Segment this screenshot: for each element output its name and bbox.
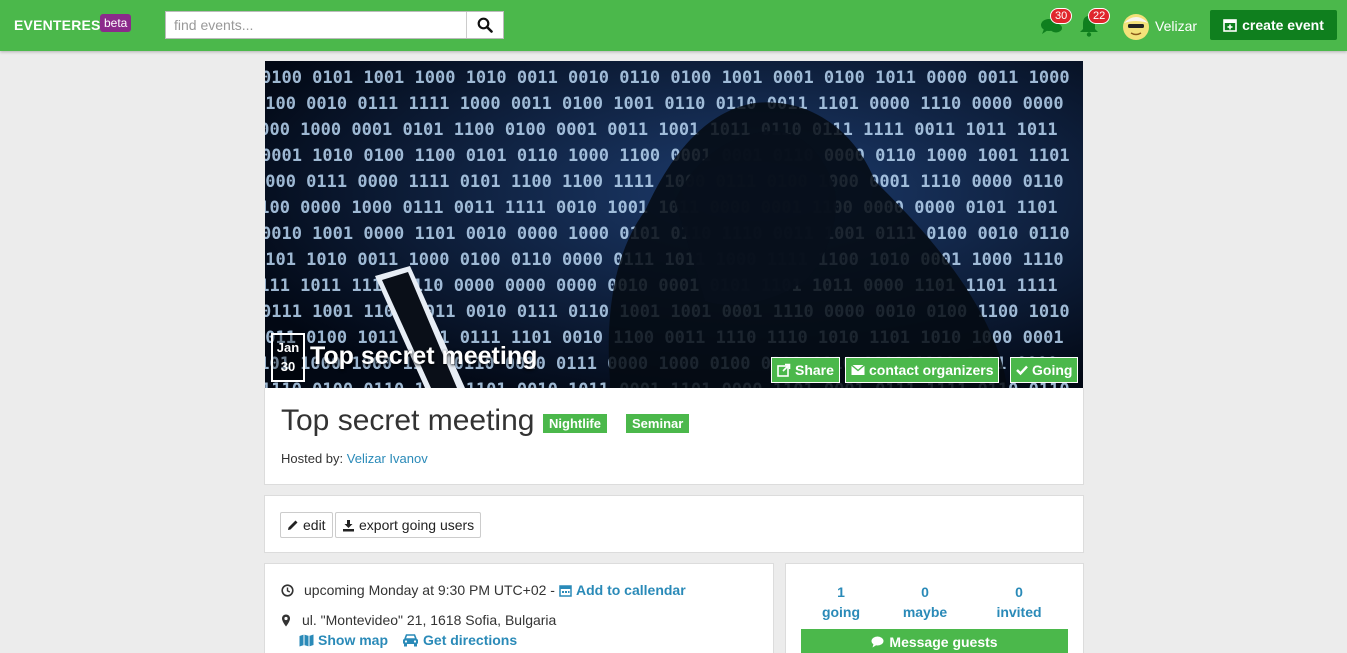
going-button[interactable]: Going <box>1010 357 1079 383</box>
show-map-link[interactable]: Show map <box>299 632 388 648</box>
attendance-card: 1 going 0 maybe 0 invited Message guests <box>785 563 1084 653</box>
add-to-calendar-link[interactable]: Add to callendar <box>559 582 686 598</box>
event-details-card: upcoming Monday at 9:30 PM UTC+02 - Add … <box>264 563 774 653</box>
contact-organizers-label: contact organizers <box>869 362 994 378</box>
download-icon <box>343 519 354 531</box>
event-time-text: upcoming Monday at 9:30 PM UTC+02 - <box>304 582 555 598</box>
notifications-button[interactable]: 22 <box>1078 8 1111 38</box>
get-directions-label: Get directions <box>423 632 518 648</box>
create-event-label: create event <box>1242 17 1324 33</box>
beta-badge: beta <box>100 14 132 32</box>
search-box <box>165 11 504 39</box>
notifications-count-badge: 22 <box>1088 8 1111 24</box>
svg-text:0001 1010 0100 1100 0101 0110: 0001 1010 0100 1100 0101 0110 1000 1100 … <box>265 146 1070 166</box>
going-count: 1 <box>837 584 845 600</box>
export-going-users-button[interactable]: export going users <box>335 512 482 538</box>
event-date-badge: Jan 30 <box>271 333 305 382</box>
export-going-users-label: export going users <box>359 517 475 533</box>
share-button[interactable]: Share <box>771 357 840 383</box>
pencil-icon <box>288 520 298 530</box>
brand-logo[interactable]: EVENTERES <box>14 17 101 33</box>
map-links-row: Show map Get directions <box>299 632 517 648</box>
calendar-plus-icon <box>1223 19 1237 32</box>
message-guests-label: Message guests <box>889 634 998 650</box>
going-stat-label: going <box>821 604 861 620</box>
create-event-button[interactable]: create event <box>1210 10 1337 40</box>
maybe-stat-label: maybe <box>902 604 948 620</box>
edit-label: edit <box>303 517 326 533</box>
maybe-stat[interactable]: 0 maybe <box>885 582 965 622</box>
search-icon <box>477 17 493 33</box>
event-date-month: Jan <box>276 340 300 355</box>
comment-icon <box>871 636 884 648</box>
messages-count-badge: 30 <box>1050 8 1073 24</box>
check-icon <box>1016 365 1028 376</box>
calendar-icon <box>559 584 572 597</box>
top-navbar: EVENTERES beta 30 22 V <box>0 0 1347 51</box>
user-menu[interactable]: Velizar <box>1121 12 1197 40</box>
hacker-binary-image: 0100 0101 1001 1000 1010 0011 0010 0110 … <box>265 61 1083 388</box>
hosted-by-label: Hosted by: <box>281 451 344 466</box>
clock-icon <box>281 583 294 597</box>
invited-count: 0 <box>1015 584 1023 600</box>
svg-text:1000 1000 0001 0101 1100 0100: 1000 1000 0001 0101 1100 0100 0001 0011 … <box>265 120 1058 140</box>
cover-event-title: Top secret meeting <box>310 342 538 370</box>
share-label: Share <box>795 362 834 378</box>
invited-stat[interactable]: 0 invited <box>979 582 1059 622</box>
host-name-link[interactable]: Velizar Ivanov <box>347 451 428 466</box>
tag-seminar[interactable]: Seminar <box>626 414 690 433</box>
avatar <box>1123 14 1149 40</box>
event-actions-card: edit export going users <box>264 495 1084 553</box>
share-icon <box>777 363 791 377</box>
event-header-card: Top secret meeting Nightlife Seminar Hos… <box>264 388 1084 485</box>
event-cover-image: 0100 0101 1001 1000 1010 0011 0010 0110 … <box>265 61 1083 388</box>
going-stat[interactable]: 1 going <box>801 582 881 622</box>
event-date-day: 30 <box>280 359 296 374</box>
show-map-label: Show map <box>318 632 389 648</box>
going-label: Going <box>1032 362 1073 378</box>
invited-stat-label: invited <box>996 604 1042 620</box>
search-button[interactable] <box>466 12 503 38</box>
search-input[interactable] <box>166 12 466 38</box>
map-marker-icon <box>282 614 290 626</box>
user-name: Velizar <box>1155 18 1198 34</box>
add-to-calendar-label: Add to callendar <box>575 582 686 598</box>
message-guests-button[interactable]: Message guests <box>801 629 1068 653</box>
tag-nightlife[interactable]: Nightlife <box>543 414 607 433</box>
event-title: Top secret meeting <box>281 404 535 437</box>
envelope-icon <box>851 364 865 375</box>
event-address-row: ul. "Montevideo" 21, 1618 Sofia, Bulgari… <box>281 612 556 628</box>
svg-text:0100 0010 0111 1111 1000 0011: 0100 0010 0111 1111 1000 0011 0100 1001 … <box>265 94 1064 114</box>
event-address: ul. "Montevideo" 21, 1618 Sofia, Bulgari… <box>302 612 557 628</box>
svg-text:0100 0101 1001 1000 1010 0011: 0100 0101 1001 1000 1010 0011 0010 0110 … <box>265 68 1070 88</box>
get-directions-link[interactable]: Get directions <box>402 632 517 648</box>
car-icon <box>403 633 419 646</box>
edit-button[interactable]: edit <box>280 512 333 538</box>
maybe-count: 0 <box>921 584 929 600</box>
hosted-by: Hosted by: Velizar Ivanov <box>281 451 428 466</box>
event-time-row: upcoming Monday at 9:30 PM UTC+02 - Add … <box>281 582 686 598</box>
messages-button[interactable]: 30 <box>1040 8 1073 38</box>
contact-organizers-button[interactable]: contact organizers <box>845 357 1000 383</box>
map-icon <box>299 634 314 646</box>
